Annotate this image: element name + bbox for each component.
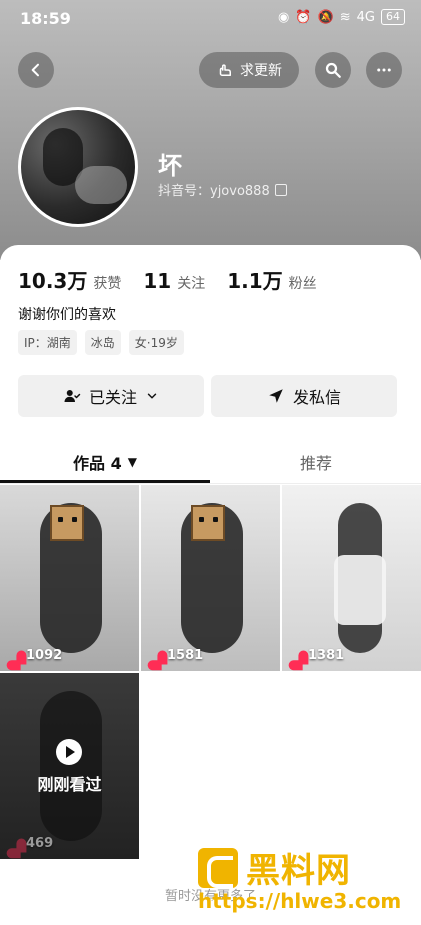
video-tile[interactable]: 1381 [282,485,421,671]
douyin-id[interactable]: 抖音号：yjovo888 [158,180,287,199]
likes-stat[interactable]: 10.3万 获赞 [18,265,121,294]
more-button[interactable] [366,52,402,88]
signal-label: 4G [356,9,375,25]
back-button[interactable] [18,52,54,88]
more-icon [377,68,391,72]
hand-point-icon [219,64,231,76]
battery-indicator: 64 [381,9,405,25]
message-label: 发私信 [292,388,341,407]
tag-ip: IP：湖南 [18,330,77,355]
status-time: 18:59 [20,9,71,28]
followers-label: 粉丝 [288,276,317,292]
heart-icon [146,646,166,666]
bio: 谢谢你们的喜欢 [18,307,116,323]
caret-down-icon: ▼ [127,455,137,469]
request-update-label: 求更新 [240,63,282,79]
search-icon [325,62,341,78]
profile-card: 10.3万 获赞 11 关注 1.1万 粉丝 谢谢你们的喜欢 IP：湖南 冰岛 … [0,245,421,925]
eye-icon: ◉ [278,9,290,25]
video-likes-count: 1092 [26,648,63,663]
play-icon [56,739,82,765]
tab-recommend[interactable]: 推荐 [211,441,421,483]
watermark-url: https://hlwe3.com [198,889,402,913]
heart-icon [287,646,307,666]
copy-icon[interactable] [274,183,287,196]
video-tile[interactable]: 1092 [0,485,139,671]
user-check-icon [64,390,81,402]
video-likes: 469 [8,836,53,851]
send-icon [269,389,283,403]
avatar[interactable] [18,107,138,227]
following-button[interactable]: 已关注 [18,375,204,417]
profile-tags: IP：湖南 冰岛 女·19岁 [18,330,184,355]
avatar-image [21,110,135,224]
video-likes-count: 1381 [308,648,345,663]
profile-header: 18:59 ◉ ⏰ 🔕 ≋ 4G 64 求更新 坏 抖音号：yjovo888 [0,0,421,260]
stats: 10.3万 获赞 11 关注 1.1万 粉丝 [18,265,317,294]
followers-stat[interactable]: 1.1万 粉丝 [227,265,316,294]
mute-icon: 🔕 [317,9,334,25]
following-label: 已关注 [88,388,137,407]
watermark: 黑料网 https://hlwe3.com [198,843,403,913]
request-update-button[interactable]: 求更新 [199,52,299,88]
tab-works[interactable]: 作品 4 ▼ [0,441,210,483]
watermark-top: 黑料网 [198,843,351,892]
heart-icon [5,834,25,854]
following-number: 11 [143,269,172,293]
tab-recommend-label: 推荐 [299,454,332,473]
alarm-icon: ⏰ [295,9,312,25]
douyin-id-text: 抖音号：yjovo888 [158,184,270,199]
tag-location: 冰岛 [84,330,121,355]
message-button[interactable]: 发私信 [211,375,397,417]
following-label: 关注 [177,276,206,292]
likes-label: 获赞 [93,276,122,292]
watermark-brand: 黑料网 [246,851,351,891]
followers-number: 1.1万 [227,269,283,293]
search-button[interactable] [315,52,351,88]
username: 坏 [158,152,182,180]
watermark-logo-icon [198,847,238,888]
tag-gender-age: 女·19岁 [128,330,184,355]
recently-watched-label: 刚刚看过 [37,775,102,794]
following-stat[interactable]: 11 关注 [143,269,205,293]
status-bar: 18:59 ◉ ⏰ 🔕 ≋ 4G 64 [0,0,421,36]
video-thumbnail-dress [334,555,386,625]
chevron-down-icon [147,393,157,399]
video-tile[interactable]: 刚刚看过 469 [0,673,139,859]
video-thumbnail-figure [40,691,102,841]
video-likes: 1092 [8,648,62,663]
wifi-icon: ≋ [339,9,351,25]
box-head-mask [50,505,84,541]
tab-separator [0,483,421,484]
video-likes: 1581 [149,648,203,663]
status-icons: ◉ ⏰ 🔕 ≋ 4G 64 [278,9,405,25]
video-tile[interactable]: 1581 [141,485,280,671]
chevron-left-icon [31,63,39,77]
heart-icon [5,646,25,666]
tab-works-label: 作品 4 [73,454,122,473]
profile-tabs: 作品 4 ▼ 推荐 [0,441,421,484]
likes-number: 10.3万 [18,269,88,293]
profile-screen: 18:59 ◉ ⏰ 🔕 ≋ 4G 64 求更新 坏 抖音号：yjovo888 1… [0,0,421,925]
video-likes-count: 469 [26,836,54,851]
video-likes: 1381 [290,648,344,663]
video-likes-count: 1581 [167,648,204,663]
box-head-mask [191,505,225,541]
battery-level: 64 [386,10,400,23]
